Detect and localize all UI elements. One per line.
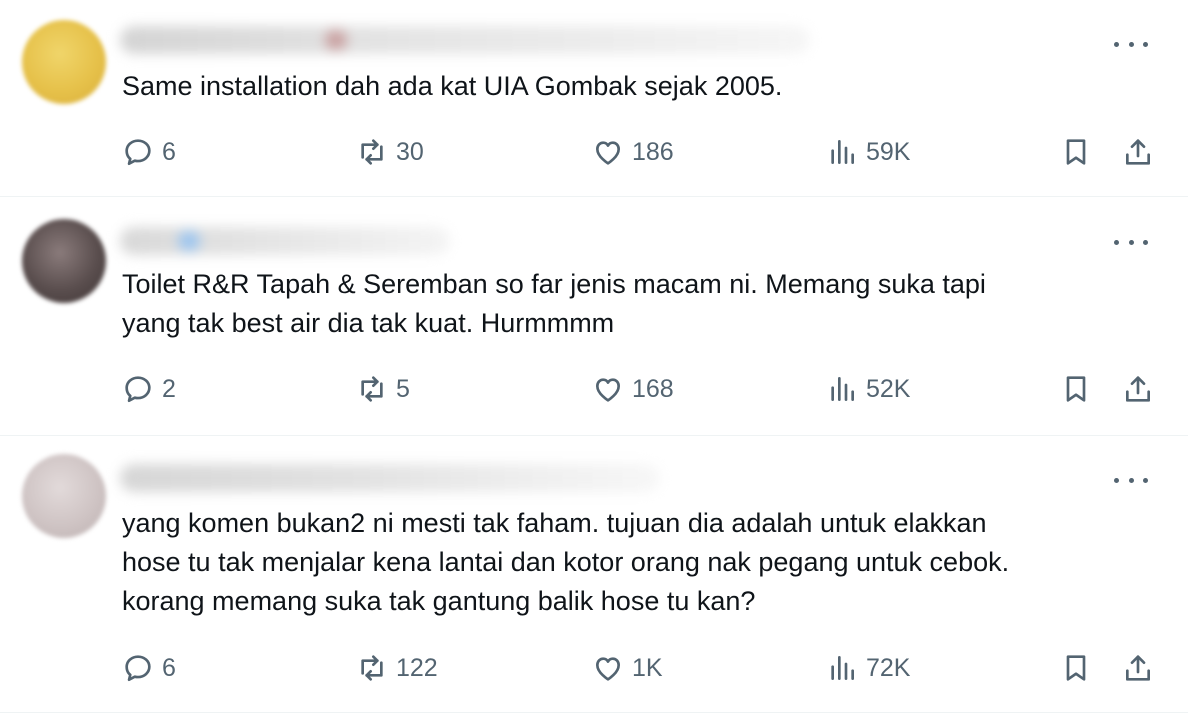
bookmark-button[interactable] [1060, 136, 1092, 173]
reply-count: 6 [162, 137, 176, 166]
share-icon [1126, 139, 1150, 165]
repost-button[interactable]: 122 [356, 652, 438, 684]
views-icon [831, 377, 854, 401]
bookmark-icon [1066, 376, 1086, 402]
repost-count: 30 [396, 137, 424, 166]
repost-button[interactable]: 5 [356, 373, 410, 405]
avatar[interactable] [22, 454, 106, 538]
repost-icon [361, 376, 383, 402]
share-icon [1126, 376, 1150, 402]
views-button[interactable]: 72K [826, 652, 910, 684]
reply-item[interactable]: yang komen bukan2 ni mesti tak faham. tu… [0, 436, 1188, 713]
reply-text: yang komen bukan2 ni mesti tak faham. tu… [122, 508, 1010, 616]
views-icon [831, 140, 854, 164]
reply-button[interactable]: 6 [122, 136, 176, 168]
avatar[interactable] [22, 219, 106, 303]
like-count: 168 [632, 374, 674, 403]
views-button[interactable]: 52K [826, 373, 910, 405]
views-count: 59K [866, 137, 911, 166]
reply-button[interactable]: 6 [122, 652, 176, 684]
bookmark-icon [1066, 655, 1086, 681]
reply-item[interactable]: Toilet R&R Tapah & Seremban so far jenis… [0, 197, 1188, 436]
repost-button[interactable]: 30 [356, 136, 424, 168]
like-count: 1K [632, 653, 663, 682]
reply-count: 2 [162, 374, 176, 403]
reply-icon [125, 376, 151, 403]
like-button[interactable]: 1K [592, 652, 663, 684]
heart-icon [596, 141, 620, 165]
author-name-redacted [120, 26, 810, 54]
reply-button[interactable]: 2 [122, 373, 176, 405]
repost-icon [361, 139, 383, 165]
views-count: 72K [866, 653, 911, 682]
avatar[interactable] [22, 20, 106, 104]
bookmark-button[interactable] [1060, 652, 1092, 689]
reply-icon [125, 655, 151, 682]
share-button[interactable] [1122, 373, 1154, 410]
more-options-button[interactable] [1114, 232, 1148, 252]
author-name-redacted [120, 227, 450, 255]
like-count: 186 [632, 137, 674, 166]
views-count: 52K [866, 374, 911, 403]
bookmark-icon [1066, 139, 1086, 165]
repost-count: 5 [396, 374, 410, 403]
views-button[interactable]: 59K [826, 136, 910, 168]
share-icon [1126, 655, 1150, 681]
views-icon [831, 656, 854, 680]
share-button[interactable] [1122, 652, 1154, 689]
share-button[interactable] [1122, 136, 1154, 173]
like-button[interactable]: 186 [592, 136, 674, 168]
more-options-button[interactable] [1114, 34, 1148, 54]
reply-icon [125, 139, 151, 166]
like-button[interactable]: 168 [592, 373, 674, 405]
author-name-redacted [120, 464, 660, 492]
reply-item[interactable]: Same installation dah ada kat UIA Gombak… [0, 0, 1188, 197]
reply-text: Same installation dah ada kat UIA Gombak… [122, 71, 783, 101]
reply-count: 6 [162, 653, 176, 682]
bookmark-button[interactable] [1060, 373, 1092, 410]
more-options-button[interactable] [1114, 470, 1148, 490]
heart-icon [596, 378, 620, 402]
repost-icon [361, 655, 383, 681]
heart-icon [596, 657, 620, 681]
repost-count: 122 [396, 653, 438, 682]
reply-text: Toilet R&R Tapah & Seremban so far jenis… [122, 269, 986, 338]
